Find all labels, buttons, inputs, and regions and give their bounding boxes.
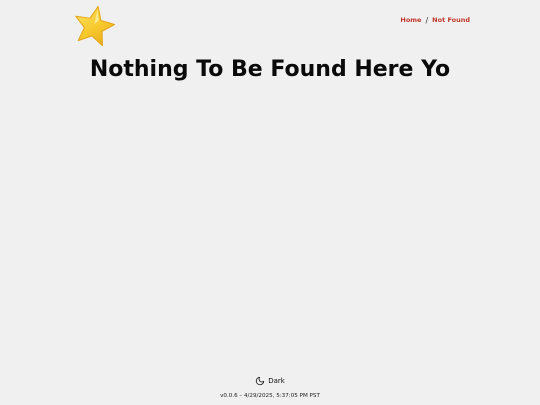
footer: Dark v0.0.6 – 4/29/2025, 5:37:05 PM PST [0, 371, 540, 401]
home-logo-link[interactable] [70, 3, 118, 49]
breadcrumb: Home / Not Found [400, 15, 470, 25]
star-icon [75, 5, 116, 47]
version-text: v0.0.6 – 4/29/2025, 5:37:05 PM PST [220, 393, 320, 399]
breadcrumb-separator: / [425, 15, 429, 25]
breadcrumb-current: Not Found [432, 16, 470, 24]
theme-toggle-label: Dark [268, 377, 285, 385]
page-title: Nothing To Be Found Here Yo [89, 57, 451, 82]
theme-toggle-button[interactable]: Dark [255, 374, 285, 388]
breadcrumb-home-link[interactable]: Home [400, 16, 421, 24]
moon-icon [256, 376, 265, 386]
page: Home / Not Found Nothing To Be Found Her… [0, 0, 540, 405]
